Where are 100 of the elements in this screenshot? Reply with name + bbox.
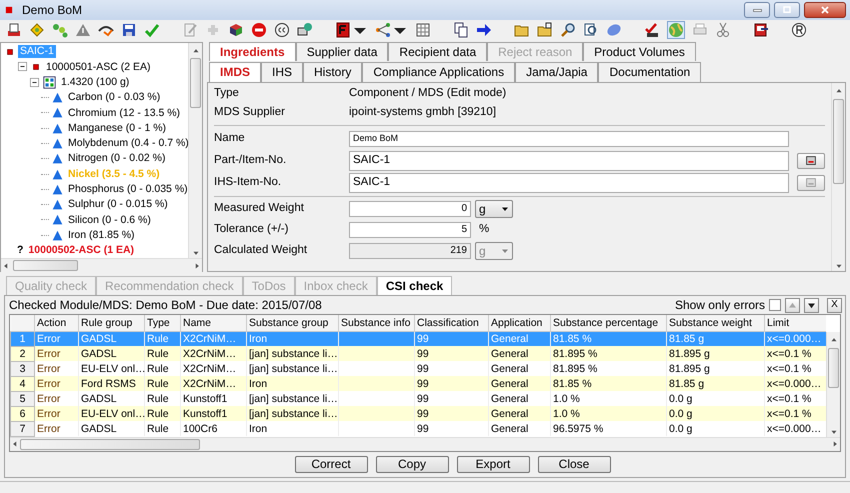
tab[interactable]: Compliance Applications — [362, 62, 516, 82]
scroll-thumb[interactable] — [190, 58, 202, 108]
warning-tool-button[interactable] — [75, 22, 91, 38]
check-tool-button[interactable] — [144, 22, 160, 38]
tab[interactable]: Jama/Japia — [515, 62, 598, 82]
number-field[interactable]: 0 — [349, 201, 471, 218]
hierarchy-tool-button[interactable] — [375, 22, 408, 38]
table-row[interactable]: 4 Error Ford RSMS Rule X2CrNiM… Iron 99 General 81.85 % 81.85 g x<=0.000… — [10, 376, 826, 392]
table-row[interactable]: 6 Error EU-ELV onl…Rule Kunstoff1 [jan] substance li… 99 General 1.0 % 0.0 g x<=0.1 % — [10, 406, 826, 422]
action-button[interactable]: Export — [456, 456, 530, 473]
collapse-icon[interactable] — [17, 61, 28, 72]
tree-item[interactable]: Silicon (0 - 0.6 %) — [66, 214, 153, 226]
maximize-button[interactable] — [774, 2, 800, 18]
page-tool-button[interactable] — [6, 22, 22, 38]
copyright-tool-button[interactable] — [274, 22, 290, 38]
table-row[interactable]: 7 Error GADSL Rule 100Cr6 Iron 99 General 96.5975 % 0.0 g x<=0.000… — [10, 421, 826, 436]
close-icon — [819, 4, 831, 16]
action-button[interactable]: Close — [538, 456, 610, 473]
table-cell: 0.0 g — [666, 406, 764, 422]
registered-tool-button[interactable] — [791, 22, 807, 38]
tree-item[interactable]: Sulphur (0 - 0.015 %) — [66, 198, 170, 211]
scroll-thumb[interactable] — [20, 438, 200, 450]
horizontal-scrollbar[interactable] — [10, 436, 840, 451]
field-label: MDS Supplier — [214, 106, 286, 120]
tree-item[interactable]: 1.4320 (100 g) — [59, 76, 132, 89]
scroll-thumb[interactable] — [13, 260, 78, 272]
column-header[interactable]: Substance group — [246, 315, 338, 332]
scroll-thumb[interactable] — [828, 348, 839, 388]
tree-item[interactable]: Carbon (0 - 0.03 %) — [66, 91, 162, 104]
number-field[interactable]: 5 — [349, 222, 471, 238]
tab[interactable]: Ingredients — [209, 42, 296, 62]
tree-item[interactable]: 10000502-ASC (1 EA) — [26, 244, 136, 257]
action-button[interactable]: Correct — [294, 456, 368, 473]
column-header[interactable]: Action — [34, 315, 78, 332]
tab[interactable]: IHS — [261, 62, 304, 82]
computer-tool-button[interactable] — [297, 22, 313, 38]
table-row[interactable]: 2 Error GADSL Rule X2CrNiM… [jan] substance li… 99 General 81.895 % 81.895 g x<=0.1 % — [10, 346, 826, 362]
column-header[interactable]: Substance percentage — [550, 315, 666, 332]
horizontal-scrollbar[interactable] — [1, 258, 202, 272]
stop-tool-button[interactable] — [251, 22, 267, 38]
row-number[interactable]: 6 — [10, 406, 34, 422]
column-header[interactable]: Substance weight — [666, 315, 764, 332]
column-header[interactable]: Classification — [414, 315, 488, 332]
column-header[interactable]: Application — [488, 315, 550, 332]
tree-item[interactable]: Chromium (12 - 13.5 %) — [66, 106, 182, 120]
table-cell: 81.895 g — [666, 346, 764, 362]
row-number[interactable]: 4 — [10, 376, 34, 392]
down-button[interactable] — [804, 298, 819, 313]
table-cell: 99 — [414, 406, 488, 422]
tab[interactable]: IMDS — [209, 62, 261, 82]
save-tool-button[interactable] — [121, 22, 137, 38]
tree-item[interactable]: Phosphorus (0 - 0.035 %) — [66, 183, 188, 196]
search-tool-button[interactable] — [560, 22, 576, 38]
lookup-button[interactable] — [797, 152, 825, 169]
row-number[interactable]: 5 — [10, 391, 34, 406]
text-field[interactable]: SAIC-1 — [349, 150, 789, 171]
column-header[interactable]: Limit — [764, 315, 826, 332]
unit-dropdown[interactable]: g — [475, 200, 513, 218]
column-header[interactable]: Name — [180, 315, 246, 332]
tree-item[interactable]: Nitrogen (0 - 0.02 %) — [66, 152, 168, 166]
table-cell: Rule — [144, 421, 180, 436]
text-field[interactable]: Demo BoM — [349, 130, 789, 147]
tab[interactable]: History — [303, 62, 362, 82]
arrow-tool-button[interactable] — [476, 22, 492, 38]
row-number[interactable]: 2 — [10, 346, 34, 362]
documents-tool-button[interactable] — [453, 22, 469, 38]
table-tool-button[interactable] — [415, 22, 431, 38]
tick-tool-button[interactable] — [644, 22, 660, 38]
exit-tool-button[interactable] — [753, 22, 769, 38]
close-button[interactable] — [804, 2, 846, 18]
column-header[interactable]: Rule group — [78, 315, 144, 332]
magnifier-tool-button[interactable] — [583, 22, 599, 38]
diamond-tool-button[interactable] — [29, 22, 45, 38]
folder-tool-button[interactable] — [537, 22, 553, 38]
row-number[interactable]: 3 — [10, 361, 34, 376]
scroll-thumb[interactable] — [833, 98, 844, 184]
vertical-scrollbar[interactable] — [188, 43, 202, 258]
tree-item[interactable]: Manganese (0 - 1 %) — [66, 122, 168, 134]
tree-item[interactable]: Iron (81.85 %) — [66, 228, 137, 242]
vertical-scrollbar[interactable] — [831, 82, 845, 271]
collapse-icon[interactable] — [29, 76, 40, 88]
tab[interactable]: Documentation — [598, 62, 702, 82]
checkbox[interactable] — [769, 299, 781, 312]
table-cell: Rule — [144, 376, 180, 392]
vertical-scrollbar[interactable] — [826, 332, 840, 437]
molecule-tool-button[interactable] — [52, 22, 68, 38]
tab[interactable]: Product Volumes — [583, 42, 696, 62]
tab[interactable]: Recipient data — [388, 42, 488, 62]
tree-item[interactable]: 10000501-ASC (2 EA) — [44, 60, 152, 74]
column-header[interactable]: Substance info — [338, 315, 414, 332]
row-number[interactable]: 7 — [10, 421, 34, 436]
action-button[interactable]: Copy — [376, 456, 448, 473]
dismiss-button[interactable]: X — [827, 298, 842, 313]
tab[interactable]: Supplier data — [296, 42, 388, 62]
minimize-icon — [752, 8, 762, 12]
column-header[interactable]: Type — [144, 315, 180, 332]
scissors-tool-button[interactable] — [715, 22, 731, 38]
tab[interactable]: CSI check — [376, 276, 452, 296]
tree-item[interactable]: Molybdenum (0.4 - 0.7 %) — [66, 137, 188, 150]
cube-tool-button[interactable] — [228, 22, 244, 38]
